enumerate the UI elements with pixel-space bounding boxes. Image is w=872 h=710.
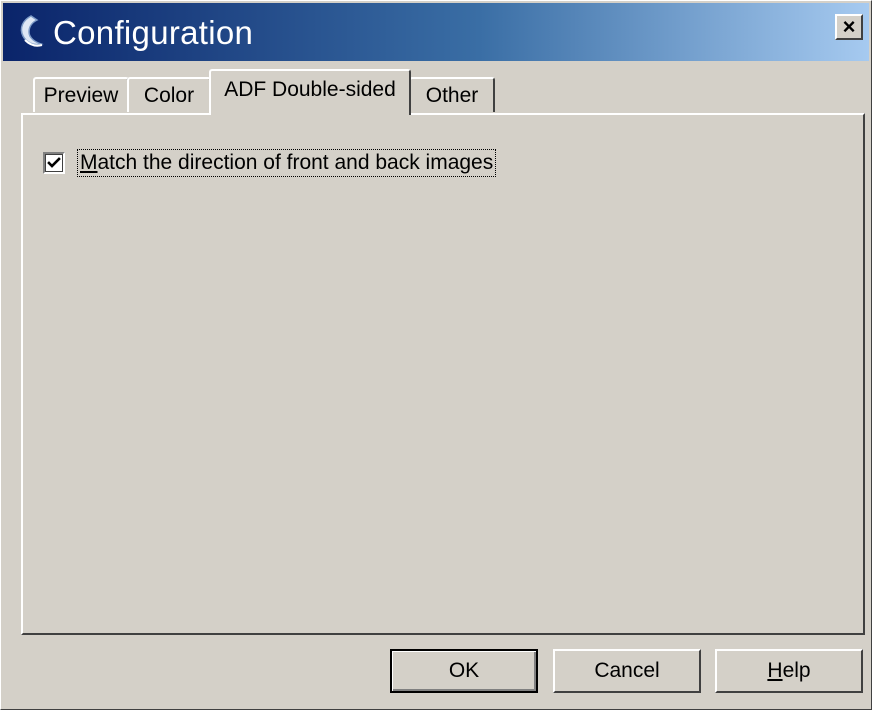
ok-button-label: OK: [448, 659, 480, 682]
tab-panel-adf-double-sided: Match the direction of front and back im…: [21, 113, 865, 635]
configuration-dialog: Configuration × Preview Color ADF Double…: [0, 0, 872, 710]
cancel-button-label: Cancel: [594, 659, 660, 682]
help-button-label: Help: [767, 659, 811, 682]
tab-other[interactable]: Other: [409, 77, 495, 112]
ok-button[interactable]: OK: [390, 649, 538, 693]
match-direction-checkbox[interactable]: [43, 152, 65, 174]
title-bar[interactable]: Configuration ×: [3, 3, 869, 61]
tab-color-label: Color: [143, 83, 195, 107]
tab-color[interactable]: Color: [127, 77, 211, 112]
cancel-button[interactable]: Cancel: [553, 649, 701, 693]
match-direction-option[interactable]: Match the direction of front and back im…: [43, 149, 497, 177]
close-icon: ×: [842, 14, 856, 39]
window-title: Configuration: [53, 13, 254, 51]
tab-adf-double-sided[interactable]: ADF Double-sided: [209, 69, 411, 115]
tab-preview[interactable]: Preview: [33, 77, 129, 112]
close-button[interactable]: ×: [835, 14, 863, 40]
tab-preview-label: Preview: [43, 83, 119, 107]
check-icon: [47, 157, 61, 168]
app-icon: [13, 12, 47, 52]
tab-adf-double-sided-label: ADF Double-sided: [224, 78, 396, 101]
tab-other-label: Other: [425, 83, 479, 107]
help-button[interactable]: Help: [715, 649, 863, 693]
match-direction-label[interactable]: Match the direction of front and back im…: [77, 149, 497, 177]
